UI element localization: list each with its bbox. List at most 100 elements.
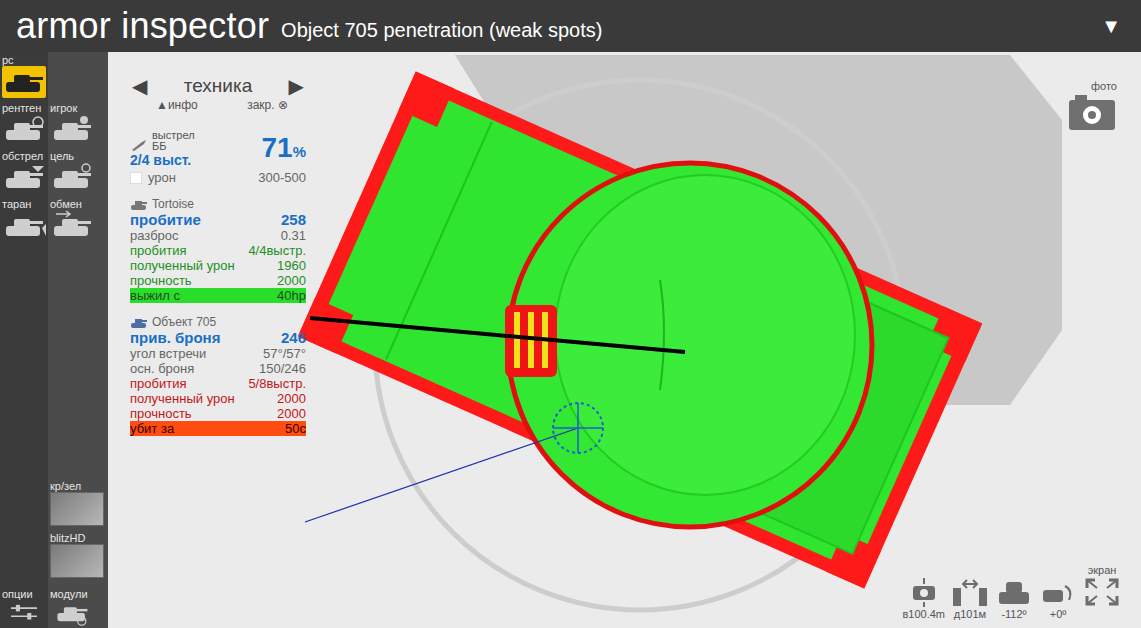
menu-button[interactable]: ▼ [1097,11,1125,42]
sidebar-label: обмен [50,198,82,210]
sidebar-label: модули [50,588,106,600]
stat-label: прочность [130,273,192,288]
toolbar-item[interactable]: -112º [995,576,1033,620]
toolbar-label: д101м [954,608,986,620]
sidebar-item[interactable]: рентген [0,100,48,148]
sidebar-spacer [0,244,108,480]
stat-value: 5/8выстр. [248,376,306,391]
modules-icon[interactable] [50,600,94,626]
percent-unit: % [293,143,306,160]
close-button[interactable]: закр. ⊗ [247,98,288,112]
stat-value: 2000 [277,406,306,421]
toolbar-label: в100.4m [902,608,945,620]
camera-height-icon[interactable] [905,576,943,608]
crosshair-icon[interactable] [553,403,603,453]
view-toolbar: в100.4m д101м -112º +0º экран [902,564,1121,620]
sidebar-item[interactable]: игрок [48,100,108,148]
sidebar-item[interactable]: обмен [48,196,108,244]
tank-icon[interactable] [50,210,94,242]
sidebar-item[interactable]: модули [48,586,108,628]
toolbar-item[interactable]: д101м [951,576,989,620]
stat-value: 246 [281,329,306,346]
turret-ring [508,163,872,527]
stat-label: прочность [130,406,192,421]
sidebar-item[interactable]: опции [0,586,48,628]
ammo-type: ББ [152,141,195,152]
attacker-header: Tortoise [130,197,306,211]
stat-label: угол встречи [130,346,206,361]
stat-label: полученный урон [130,258,235,273]
tank-icon [130,315,148,329]
turret-seam [660,280,664,390]
camera-icon[interactable] [1067,92,1117,132]
vehicle-nav: ◀ техника ▶ [130,74,306,98]
tank-icon[interactable] [2,210,46,242]
preview-thumb[interactable] [50,544,104,578]
sidebar-item[interactable]: цель [48,148,108,196]
sidebar-item[interactable]: blitzHD [50,532,108,578]
stat-value: 150/246 [259,361,306,376]
target-header: Объект 705 [130,315,306,329]
hit-chance: 71% [262,132,307,168]
tank-icon[interactable] [2,66,46,98]
sliders-icon[interactable] [2,600,46,626]
sidebar-label: таран [2,198,31,210]
tank-icon[interactable] [50,114,94,146]
shot-header: выстрелББ [130,130,258,152]
toolbar-item[interactable]: в100.4m [902,576,945,620]
toolbar-label: +0º [1050,608,1067,620]
turret-roof [555,175,855,495]
toolbar-item[interactable]: +0º [1039,576,1077,620]
distance-icon[interactable] [951,576,989,608]
gun-icon [130,138,148,152]
sidebar-item[interactable]: таран [0,196,48,244]
stat-row: полученный урон2000 [130,391,306,406]
stat-value: 40hp [277,288,306,303]
armor-view: ◀ техника ▶ ▲инфо закр. ⊗ выстрелББ2/4 выст.7… [108,52,1141,628]
fullscreen-icon[interactable] [1083,576,1121,608]
vehicle-title: техника [184,74,253,98]
info-button[interactable]: ▲инфо [156,98,198,112]
tank-icon[interactable] [50,162,94,194]
rotation-icon[interactable] [995,576,1033,608]
shot-trace [310,318,685,352]
sidebar-item[interactable]: рс [0,52,108,100]
sidebar-item[interactable]: кр/зел [50,480,108,526]
tank-icon[interactable] [2,114,46,146]
preview-thumb[interactable] [50,492,104,526]
stat-value: 0.31 [281,228,306,243]
toolbar-label: -112º [1001,608,1026,620]
sidebar-grid: рс рентген игрок обстрел цель таран обмен [0,52,108,244]
sidebar-item[interactable]: обстрел [0,148,48,196]
prev-button[interactable]: ◀ [130,74,149,98]
stat-row: угол встречи57°/57° [130,346,306,361]
shot-count: 2/4 выст. [130,152,258,168]
damage-label: урон [148,170,176,185]
stat-row: выжил с40hp [130,288,306,303]
sidebar-label: обстрел [2,150,43,162]
tank-icon[interactable] [2,162,46,194]
fullscreen-button[interactable]: экран [1083,564,1121,608]
shot-labels: выстрелББ [152,130,195,152]
stat-label: пробития [130,243,186,258]
stat-row: пробития4/4выстр. [130,243,306,258]
panel-actions: ▲инфо закр. ⊗ [130,98,306,112]
damage-checkbox[interactable] [130,172,142,184]
stat-row: убит за50с [130,421,306,436]
attacker-section: Tortoiseпробитие258разброс0.31пробития4/… [130,197,306,303]
stat-label: пробитие [130,211,201,228]
shot-section: выстрелББ2/4 выст.71% урон 300-500 [130,130,306,185]
stat-value: 2000 [277,391,306,406]
next-button[interactable]: ▶ [287,74,306,98]
stat-row: прочность2000 [130,273,306,288]
tank-icon [130,197,148,211]
sidebar-lower: кр/зел blitzHD [0,480,108,578]
photo-button[interactable]: фото [1067,80,1117,132]
stat-row: прив. броня246 [130,329,306,346]
damage-range: 300-500 [258,170,306,185]
stat-label: осн. броня [130,361,194,376]
stat-row: осн. броня 150/246 [130,361,306,376]
vehicle-name: Объект 705 [152,315,216,329]
tilt-icon[interactable] [1039,576,1077,608]
sidebar-label: рентген [2,102,41,114]
